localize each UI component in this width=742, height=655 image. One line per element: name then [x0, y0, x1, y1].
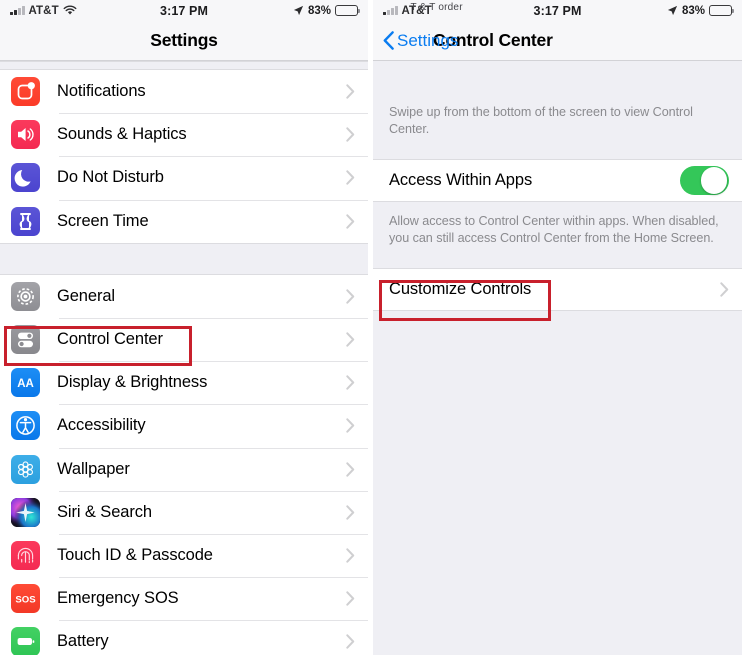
sidebar-item-label: Screen Time [57, 211, 149, 230]
battery-icon [709, 5, 734, 16]
location-arrow-icon [667, 5, 678, 16]
svg-text:AA: AA [17, 378, 34, 390]
settings-group-spacer-top [0, 61, 368, 70]
sidebar-item-emergency-sos[interactable]: SOS Emergency SOS [0, 577, 368, 621]
access-within-apps-row[interactable]: Access Within Apps [373, 159, 742, 202]
sounds-icon [11, 120, 40, 150]
battery-icon [335, 5, 360, 16]
general-gear-icon [11, 281, 40, 311]
swipe-hint-block: Swipe up from the bottom of the screen t… [373, 61, 742, 159]
sidebar-item-label: Notifications [57, 82, 146, 101]
settings-group-spacer-middle [0, 242, 368, 275]
customize-controls-label: Customize Controls [389, 280, 532, 298]
back-button[interactable]: Settings [383, 31, 458, 51]
chevron-right-icon [346, 548, 355, 563]
location-arrow-icon [293, 5, 304, 16]
sidebar-item-label: General [57, 286, 116, 305]
right-status-bar: AT&T T & T order 3:17 PM 83% [373, 0, 742, 21]
customize-controls-row[interactable]: Customize Controls [373, 268, 742, 311]
left-status-bar: AT&T 3:17 PM 83% [0, 0, 368, 21]
page-title: Settings [150, 30, 218, 50]
chevron-right-icon [346, 418, 355, 434]
left-nav-bar: Settings [0, 21, 368, 60]
sidebar-item-label: Do Not Disturb [57, 168, 164, 187]
svg-text:SOS: SOS [15, 595, 36, 606]
battery-percent-label: 83% [681, 4, 705, 17]
chevron-right-icon [720, 282, 729, 297]
chevron-right-icon [346, 591, 355, 606]
sidebar-item-label: Wallpaper [57, 459, 130, 478]
sidebar-item-accessibility[interactable]: Accessibility [0, 404, 368, 448]
access-within-apps-description-block: Allow access to Control Center within ap… [373, 202, 742, 268]
sidebar-item-label: Siri & Search [57, 502, 152, 521]
sidebar-item-label: Touch ID & Passcode [57, 545, 213, 564]
sidebar-item-label: Accessibility [57, 416, 146, 435]
sidebar-item-display-brightness[interactable]: AA Display & Brightness [0, 361, 368, 405]
sidebar-item-do-not-disturb[interactable]: Do Not Disturb [0, 156, 368, 200]
screen-time-icon [11, 206, 40, 236]
swipe-hint-text: Swipe up from the bottom of the screen t… [389, 105, 693, 136]
accessibility-icon [11, 411, 40, 441]
sidebar-item-battery[interactable]: Battery [0, 620, 368, 655]
sidebar-item-touch-id-passcode[interactable]: Touch ID & Passcode [0, 533, 368, 578]
emergency-sos-icon: SOS [11, 584, 40, 614]
wallpaper-icon [11, 454, 40, 484]
chevron-right-icon [346, 505, 355, 520]
chevron-right-icon [346, 634, 355, 650]
sidebar-item-notifications[interactable]: Notifications [0, 70, 368, 114]
access-within-apps-description: Allow access to Control Center within ap… [389, 214, 719, 245]
touch-id-icon [11, 540, 40, 570]
notifications-icon [11, 77, 40, 107]
settings-list-group-2: General Control Center AA Display & Brig… [0, 274, 368, 655]
sidebar-item-label: Emergency SOS [57, 589, 179, 608]
control-center-icon [11, 325, 40, 355]
chevron-right-icon [346, 375, 355, 390]
chevron-right-icon [346, 127, 355, 142]
battery-settings-icon [11, 627, 40, 655]
sidebar-item-siri-search[interactable]: Siri & Search [0, 490, 368, 534]
chevron-right-icon [346, 289, 355, 304]
left-phone-screen-settings: AT&T 3:17 PM 83% Settings Notifications … [0, 0, 368, 655]
chevron-right-icon [346, 461, 355, 477]
sidebar-item-label: Sounds & Haptics [57, 125, 187, 144]
right-nav-bar: Settings Control Center [373, 21, 742, 60]
sidebar-item-general[interactable]: General [0, 274, 368, 318]
sidebar-item-label: Control Center [57, 330, 163, 349]
chevron-right-icon [346, 170, 355, 186]
settings-list-group-1: Notifications Sounds & Haptics Do Not Di… [0, 70, 368, 243]
right-phone-screen-control-center: AT&T T & T order 3:17 PM 83% Settings Co… [373, 0, 742, 655]
sidebar-item-sounds-haptics[interactable]: Sounds & Haptics [0, 113, 368, 157]
chevron-right-icon [346, 84, 355, 99]
siri-icon [11, 497, 40, 527]
do-not-disturb-icon [11, 163, 40, 193]
back-button-label: Settings [397, 30, 459, 50]
toggle-knob [701, 167, 728, 194]
chevron-right-icon [346, 213, 355, 229]
sidebar-item-label: Battery [57, 632, 109, 651]
sidebar-item-wallpaper[interactable]: Wallpaper [0, 447, 368, 491]
chevron-left-icon [383, 31, 394, 50]
sidebar-item-screen-time[interactable]: Screen Time [0, 199, 368, 243]
access-within-apps-label: Access Within Apps [389, 171, 533, 189]
dual-screenshot-container: AT&T 3:17 PM 83% Settings Notifications … [0, 0, 742, 655]
display-brightness-icon: AA [11, 368, 40, 398]
page-title: Control Center [433, 30, 553, 50]
sidebar-item-label: Display & Brightness [57, 373, 208, 392]
sidebar-item-control-center[interactable]: Control Center [0, 317, 368, 362]
control-center-settings-body: Swipe up from the bottom of the screen t… [373, 61, 742, 655]
access-within-apps-toggle[interactable] [680, 165, 729, 196]
battery-percent-label: 83% [307, 4, 331, 17]
chevron-right-icon [346, 332, 355, 347]
